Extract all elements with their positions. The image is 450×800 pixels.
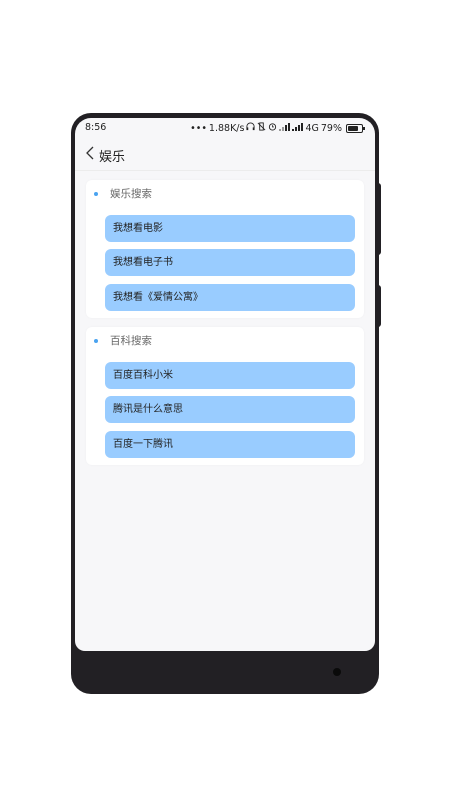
headset-icon (246, 122, 256, 134)
status-dots: ••• (190, 122, 207, 134)
power-button (376, 285, 381, 327)
page-title: 娱乐 (99, 150, 126, 165)
section-title: 娱乐搜索 (110, 188, 152, 200)
vibrate-off-icon (257, 122, 266, 134)
section-card-encyclopedia: 百科搜索 百度百科小米 腾讯是什么意思 百度一下腾讯 (86, 327, 364, 465)
query-item[interactable]: 我想看《爱情公寓》 (105, 284, 355, 311)
phone-screen: 8:56 ••• 1.88K/s 4G 79% 娱乐 娱乐搜索 我想看电影 我想… (75, 118, 375, 651)
status-time: 8:56 (85, 122, 107, 133)
status-bar: 8:56 ••• 1.88K/s 4G 79% (75, 118, 375, 138)
section-header: 百科搜索 (86, 327, 364, 351)
status-right: ••• 1.88K/s 4G 79% (190, 122, 365, 134)
query-item[interactable]: 腾讯是什么意思 (105, 396, 355, 423)
query-item[interactable]: 百度百科小米 (105, 362, 355, 389)
query-item[interactable]: 百度一下腾讯 (105, 431, 355, 458)
battery-icon (346, 123, 365, 133)
camera-dot (333, 668, 341, 676)
section-title: 百科搜索 (110, 335, 152, 347)
battery-percent: 79% (320, 122, 342, 134)
network-type: 4G (305, 122, 319, 134)
volume-button (376, 183, 381, 255)
phone-frame: 8:56 ••• 1.88K/s 4G 79% 娱乐 娱乐搜索 我想看电影 我想… (71, 113, 381, 694)
bullet-icon (94, 192, 98, 196)
network-speed: 1.88K/s (208, 122, 245, 134)
signal-icon (292, 122, 304, 134)
signal-icon (279, 122, 291, 134)
query-item[interactable]: 我想看电子书 (105, 249, 355, 276)
nav-bar: 娱乐 (75, 140, 375, 171)
alarm-icon (268, 122, 277, 134)
query-item[interactable]: 我想看电影 (105, 215, 355, 242)
bullet-icon (94, 339, 98, 343)
section-header: 娱乐搜索 (86, 180, 364, 204)
section-card-entertainment: 娱乐搜索 我想看电影 我想看电子书 我想看《爱情公寓》 (86, 180, 364, 318)
